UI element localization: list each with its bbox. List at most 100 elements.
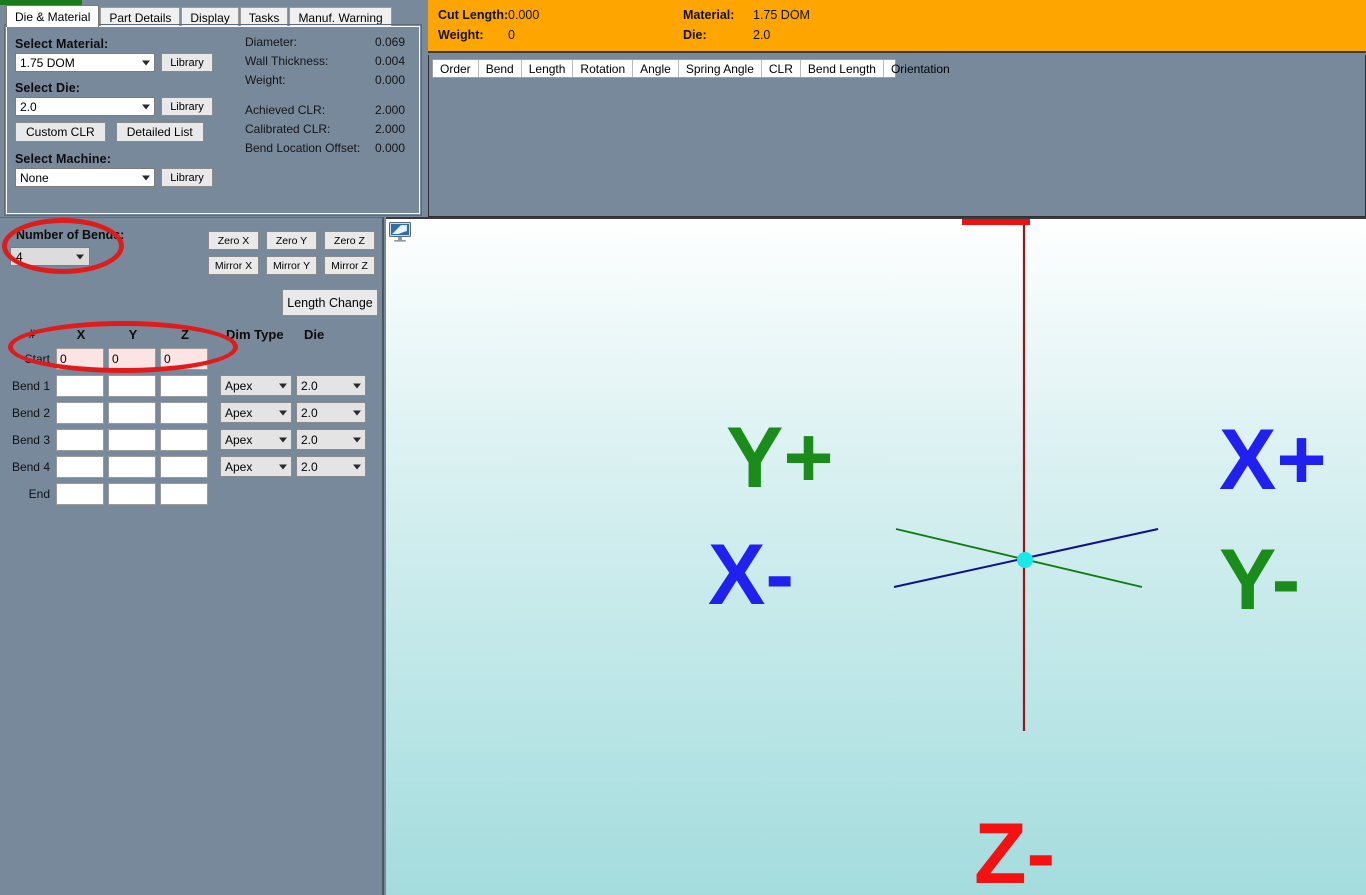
zero-y-button[interactable]: Zero Y bbox=[266, 231, 317, 250]
tab-die-and-material[interactable]: Die & Material bbox=[6, 5, 100, 27]
row-label-bend-4: Bend 4 bbox=[11, 459, 50, 474]
table-row: End bbox=[8, 480, 366, 507]
end-z-input[interactable] bbox=[160, 482, 208, 505]
banner-die-value: 2.0 bbox=[753, 28, 771, 42]
banner-die-label: Die: bbox=[683, 28, 707, 42]
bend-4-die-select[interactable]: 2.0 bbox=[296, 456, 366, 477]
bend-4-x-input[interactable] bbox=[56, 455, 104, 478]
main-tab-bar[interactable]: Die & Material Part Details Display Task… bbox=[6, 5, 392, 27]
tab-tasks[interactable]: Tasks bbox=[239, 7, 289, 27]
header-dim-type: Dim Type bbox=[226, 326, 284, 342]
property-label: Calibrated CLR: bbox=[245, 122, 331, 136]
bend-2-x-input[interactable] bbox=[56, 401, 104, 424]
property-value: 2.000 bbox=[375, 103, 406, 117]
bend-3-dim-type-select[interactable]: Apex bbox=[220, 429, 292, 450]
tab-part-details[interactable]: Part Details bbox=[100, 7, 181, 27]
bend-1-y-input[interactable] bbox=[108, 374, 156, 397]
bend-2-dim-type-select[interactable]: Apex bbox=[220, 402, 292, 423]
bend-3-y-input[interactable] bbox=[108, 428, 156, 451]
mirror-z-button[interactable]: Mirror Z bbox=[324, 256, 375, 275]
chevron-down-icon bbox=[353, 437, 361, 442]
column-header-order[interactable]: Order bbox=[433, 60, 479, 77]
tab-label: Part Details bbox=[109, 10, 172, 25]
column-header-orientation[interactable]: Orientation bbox=[884, 60, 957, 77]
tab-display[interactable]: Display bbox=[181, 7, 239, 27]
end-x-input[interactable] bbox=[56, 482, 104, 505]
bend-4-dim-type-select[interactable]: Apex bbox=[220, 456, 292, 477]
chevron-down-icon bbox=[279, 437, 287, 442]
bend-1-die-value: 2.0 bbox=[301, 378, 318, 393]
tab-label: Tasks bbox=[248, 10, 280, 25]
chevron-down-icon bbox=[279, 410, 287, 415]
mirror-y-button[interactable]: Mirror Y bbox=[266, 256, 317, 275]
3d-viewport[interactable]: Y+ X- X+ Y- Z- bbox=[386, 217, 1366, 895]
mirror-x-button[interactable]: Mirror X bbox=[208, 256, 259, 275]
detailed-list-button[interactable]: Detailed List bbox=[115, 122, 204, 142]
property-value: 0.004 bbox=[375, 54, 406, 68]
bend-3-z-input[interactable] bbox=[160, 428, 208, 451]
property-value: 0.069 bbox=[375, 35, 406, 49]
column-header-clr[interactable]: CLR bbox=[762, 60, 801, 77]
machine-library-button[interactable]: Library bbox=[161, 168, 213, 187]
cut-length-value: 0.000 bbox=[508, 8, 540, 22]
bend-1-z-input[interactable] bbox=[160, 374, 208, 397]
tab-label: Die & Material bbox=[15, 9, 91, 24]
start-x-input[interactable]: 0 bbox=[56, 347, 104, 370]
bend-2-y-input[interactable] bbox=[108, 401, 156, 424]
zero-x-button[interactable]: Zero X bbox=[208, 231, 259, 250]
weight-label: Weight: bbox=[438, 28, 484, 42]
column-header-bend-length[interactable]: Bend Length bbox=[801, 60, 884, 77]
column-header-bend[interactable]: Bend bbox=[479, 60, 522, 77]
axis-label-x-plus: X+ bbox=[1219, 412, 1327, 508]
bend-3-x-input[interactable] bbox=[56, 428, 104, 451]
tab-manuf-warning[interactable]: Manuf. Warning bbox=[289, 7, 392, 27]
select-die-label: Select Die: bbox=[15, 81, 81, 95]
die-select[interactable]: 2.0 bbox=[15, 97, 155, 116]
property-row-wall-thickness: Wall Thickness: 0.004 bbox=[245, 52, 415, 71]
bend-results-grid-panel: Order Bend Length Rotation Angle Spring … bbox=[428, 55, 1366, 217]
bend-4-y-input[interactable] bbox=[108, 455, 156, 478]
tab-label: Manuf. Warning bbox=[298, 10, 383, 25]
machine-select[interactable]: None bbox=[15, 168, 155, 187]
bend-results-grid-header[interactable]: Order Bend Length Rotation Angle Spring … bbox=[432, 59, 950, 78]
number-of-bends-select[interactable]: 4 bbox=[10, 247, 90, 266]
table-row: Start 0 0 0 bbox=[8, 345, 366, 372]
material-library-button[interactable]: Library bbox=[161, 53, 213, 72]
custom-clr-button[interactable]: Custom CLR bbox=[15, 122, 106, 142]
axis-label-z-minus: Z- bbox=[974, 806, 1056, 895]
length-change-button[interactable]: Length Change bbox=[282, 289, 378, 316]
axis-label-x-minus: X- bbox=[708, 527, 794, 623]
header-x: X bbox=[76, 326, 86, 342]
chevron-down-icon bbox=[279, 383, 287, 388]
start-y-input[interactable]: 0 bbox=[108, 347, 156, 370]
end-y-input[interactable] bbox=[108, 482, 156, 505]
column-header-rotation[interactable]: Rotation bbox=[573, 60, 634, 77]
bend-3-die-select[interactable]: 2.0 bbox=[296, 429, 366, 450]
property-label: Weight: bbox=[245, 73, 286, 87]
column-header-spring-angle[interactable]: Spring Angle bbox=[679, 60, 762, 77]
bend-2-z-input[interactable] bbox=[160, 401, 208, 424]
table-row: Bend 1 Apex 2.0 bbox=[8, 372, 366, 399]
mirror-button-row: Mirror X Mirror Y Mirror Z bbox=[208, 256, 375, 275]
row-label-bend-1: Bend 1 bbox=[11, 378, 50, 393]
column-header-angle[interactable]: Angle bbox=[633, 60, 679, 77]
zero-z-button[interactable]: Zero Z bbox=[324, 231, 375, 250]
material-select[interactable]: 1.75 DOM bbox=[15, 53, 155, 72]
bend-1-dim-type-select[interactable]: Apex bbox=[220, 375, 292, 396]
bend-2-die-select[interactable]: 2.0 bbox=[296, 402, 366, 423]
header-z: Z bbox=[181, 326, 189, 342]
die-select-value: 2.0 bbox=[20, 99, 37, 114]
chevron-down-icon bbox=[76, 254, 84, 259]
row-label-bend-2: Bend 2 bbox=[11, 405, 50, 420]
axis-label-y-plus: Y+ bbox=[726, 410, 834, 506]
tab-label: Display bbox=[190, 10, 230, 25]
bend-1-x-input[interactable] bbox=[56, 374, 104, 397]
axis-label-y-minus: Y- bbox=[1219, 532, 1301, 628]
chevron-down-icon bbox=[142, 60, 150, 65]
die-library-button[interactable]: Library bbox=[161, 97, 213, 116]
bend-1-die-select[interactable]: 2.0 bbox=[296, 375, 366, 396]
bend-4-z-input[interactable] bbox=[160, 455, 208, 478]
column-header-length[interactable]: Length bbox=[522, 60, 574, 77]
row-label-end: End bbox=[28, 486, 50, 501]
start-z-input[interactable]: 0 bbox=[160, 347, 208, 370]
